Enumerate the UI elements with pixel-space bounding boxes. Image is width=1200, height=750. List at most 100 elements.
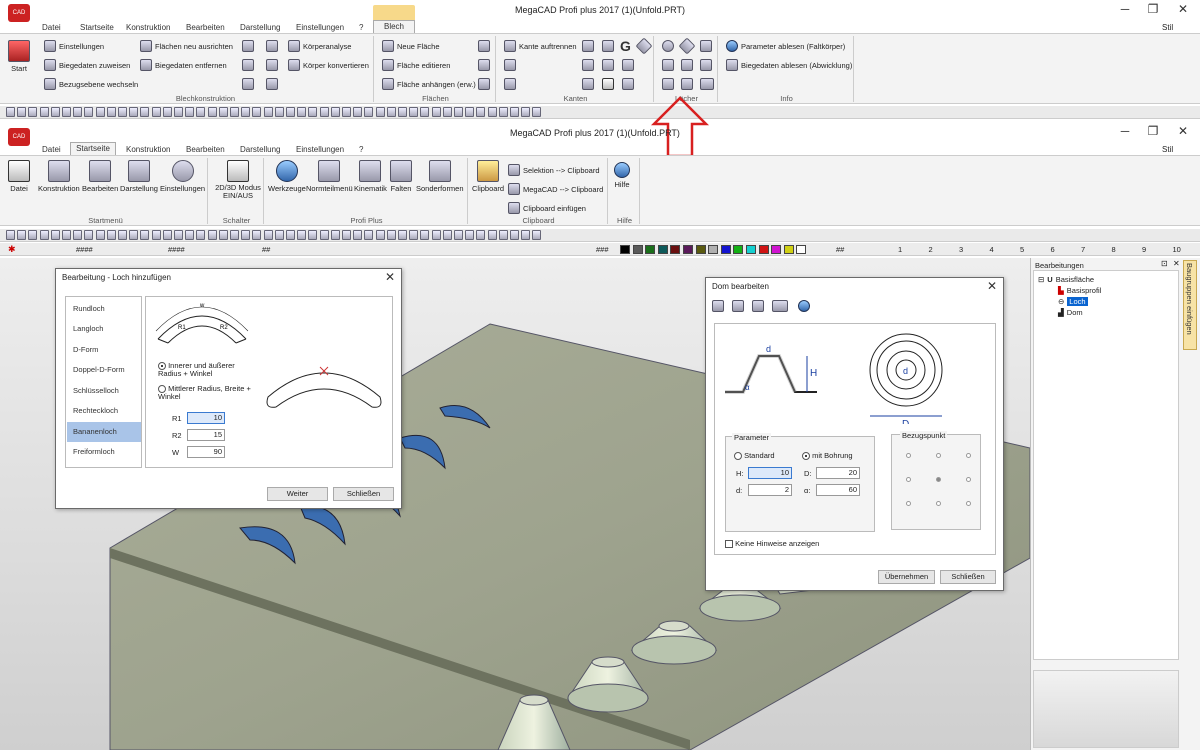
toolbar-tool-icon[interactable] (510, 107, 519, 117)
toolbar-tool-icon[interactable] (476, 230, 486, 240)
second-minimize-button[interactable]: ─ (1110, 122, 1140, 140)
menu2-einstellungen[interactable]: Einstellungen (296, 145, 344, 154)
hilfe-button[interactable]: Hilfe (614, 162, 630, 189)
toolbar-tool-icon[interactable] (207, 230, 217, 240)
dom-paste-icon[interactable] (732, 300, 744, 312)
color-swatch[interactable] (645, 245, 656, 254)
toolbar-tool-icon[interactable] (39, 107, 49, 117)
parameter-ablesen-button[interactable]: Parameter ablesen (Faltkörper) (726, 40, 845, 52)
toolbar-tool-icon[interactable] (353, 230, 363, 240)
toolbar-tool-icon[interactable] (476, 107, 486, 117)
option-middle-radius[interactable]: Mittlerer Radius, Breite + Winkel (158, 384, 256, 401)
ref-point[interactable] (906, 501, 911, 506)
w-input[interactable]: 90 (187, 446, 225, 458)
bezugsebene-button[interactable]: Bezugsebene wechseln (44, 78, 138, 90)
neue-flaeche-button[interactable]: Neue Fläche (382, 40, 440, 52)
louver-icon[interactable] (700, 78, 714, 90)
color-swatch[interactable] (796, 245, 807, 254)
toolbar-tool-icon[interactable] (185, 230, 195, 240)
hole-icon-3[interactable] (700, 40, 712, 52)
option-inner-outer[interactable]: Innerer und äußerer Radius + Winkel (158, 361, 256, 378)
solid-icon-5[interactable] (266, 59, 278, 71)
hint-checkbox[interactable] (725, 540, 733, 549)
solid-icon-1[interactable] (242, 40, 254, 52)
top-minimize-button[interactable]: ─ (1110, 0, 1140, 18)
dom-measure-icon[interactable] (772, 300, 788, 312)
werkzeuge-button[interactable]: Werkzeuge (268, 160, 306, 193)
toolbar-tool-icon[interactable] (207, 107, 217, 117)
hole-icon-4[interactable] (662, 59, 674, 71)
toolbar-tool-icon[interactable] (151, 230, 161, 240)
menu-bearbeiten[interactable]: Bearbeiten (186, 23, 225, 32)
menu2-datei[interactable]: Datei (42, 145, 61, 154)
toolbar-tool-icon[interactable] (174, 230, 183, 240)
layer-number[interactable]: 7 (1081, 245, 1085, 254)
ref-point[interactable] (936, 453, 941, 458)
snap-icon[interactable]: ✱ (8, 244, 16, 255)
panel-close-icon[interactable]: ✕ (1173, 259, 1180, 268)
biegedaten-entfernen-button[interactable]: Biegedaten entfernen (140, 59, 227, 71)
toolbar-tool-icon[interactable] (364, 230, 374, 240)
toolbar-tool-icon[interactable] (17, 107, 27, 117)
toolbar-tool-icon[interactable] (364, 107, 374, 117)
dom-dialog-close[interactable]: ✕ (987, 279, 997, 293)
layer-number[interactable]: 3 (959, 245, 963, 254)
color-swatch[interactable] (620, 245, 630, 254)
koerperanalyse-button[interactable]: Körperanalyse (288, 40, 351, 52)
edge-icon-2[interactable] (504, 78, 516, 90)
toolbar-tool-icon[interactable] (330, 230, 340, 240)
toolbar-tool-icon[interactable] (129, 230, 139, 240)
toolbar-tool-icon[interactable] (431, 107, 441, 117)
color-swatch[interactable] (683, 245, 693, 254)
toolbar-tool-icon[interactable] (521, 230, 531, 240)
toolbar-tool-icon[interactable] (431, 230, 441, 240)
toolbar-tool-icon[interactable] (454, 230, 463, 240)
kante-auftrennen-button[interactable]: Kante auftrennen (504, 40, 577, 52)
koerper-konvertieren-button[interactable]: Körper konvertieren (288, 59, 369, 71)
menu-konstruktion[interactable]: Konstruktion (126, 23, 170, 32)
toolbar-tool-icon[interactable] (342, 230, 351, 240)
color-swatch[interactable] (670, 245, 681, 254)
toolbar-tool-icon[interactable] (532, 230, 542, 240)
menu-datei[interactable]: Datei (42, 23, 61, 32)
einstellungen-button[interactable]: Einstellungen (44, 40, 104, 52)
d-small-input[interactable]: 2 (748, 484, 792, 496)
darstellung-button[interactable]: Darstellung (120, 160, 158, 193)
selektion-clipboard-button[interactable]: Selektion --> Clipboard (508, 164, 600, 176)
toolbar-tool-icon[interactable] (465, 107, 475, 117)
edge-icon-9[interactable] (582, 78, 594, 90)
solid-icon-3[interactable] (242, 78, 254, 90)
dom-copy-icon[interactable] (712, 300, 724, 312)
tree-item-dom[interactable]: ▟ Dom (1058, 308, 1083, 317)
edge-icon-5[interactable] (635, 37, 653, 55)
toolbar-tool-icon[interactable] (73, 230, 83, 240)
toolbar-tool-icon[interactable] (95, 230, 105, 240)
toolbar-tool-icon[interactable] (162, 107, 172, 117)
menu-einstellungen[interactable]: Einstellungen (296, 23, 344, 32)
radio-middle-radius[interactable] (158, 385, 166, 394)
h-input[interactable]: 10 (748, 467, 792, 479)
toolbar-tool-icon[interactable] (6, 107, 15, 117)
list-item-doppel-d-form[interactable]: Doppel-D-Form (67, 360, 141, 380)
layer-number[interactable]: 8 (1112, 245, 1116, 254)
color-swatch[interactable] (771, 245, 782, 254)
edge-icon-6[interactable] (582, 59, 594, 71)
hole-icon-5[interactable] (681, 59, 693, 71)
toolbar-tool-icon[interactable] (297, 230, 307, 240)
list-item-bananenloch[interactable]: Bananenloch (67, 422, 141, 442)
edge-icon-11[interactable] (622, 78, 634, 90)
hint-checkbox-row[interactable]: Keine Hinweise anzeigen (725, 539, 819, 549)
tree-item-basisflaeche[interactable]: ⊟ U Basisfläche (1038, 275, 1094, 284)
ref-point[interactable] (966, 501, 971, 506)
color-swatch[interactable] (632, 245, 643, 254)
toolbar-tool-icon[interactable] (241, 107, 251, 117)
toolbar-tool-icon[interactable] (342, 107, 351, 117)
toolbar-tool-icon[interactable] (274, 230, 284, 240)
toolbar-tool-icon[interactable] (442, 230, 452, 240)
sonderformen-button[interactable]: Sonderformen (416, 160, 464, 193)
toolbar-tool-icon[interactable] (174, 107, 183, 117)
color-swatch[interactable] (708, 245, 719, 254)
kinematik-button[interactable]: Kinematik (354, 160, 387, 193)
toolbar-tool-icon[interactable] (263, 107, 273, 117)
toolbar-tool-icon[interactable] (106, 230, 116, 240)
